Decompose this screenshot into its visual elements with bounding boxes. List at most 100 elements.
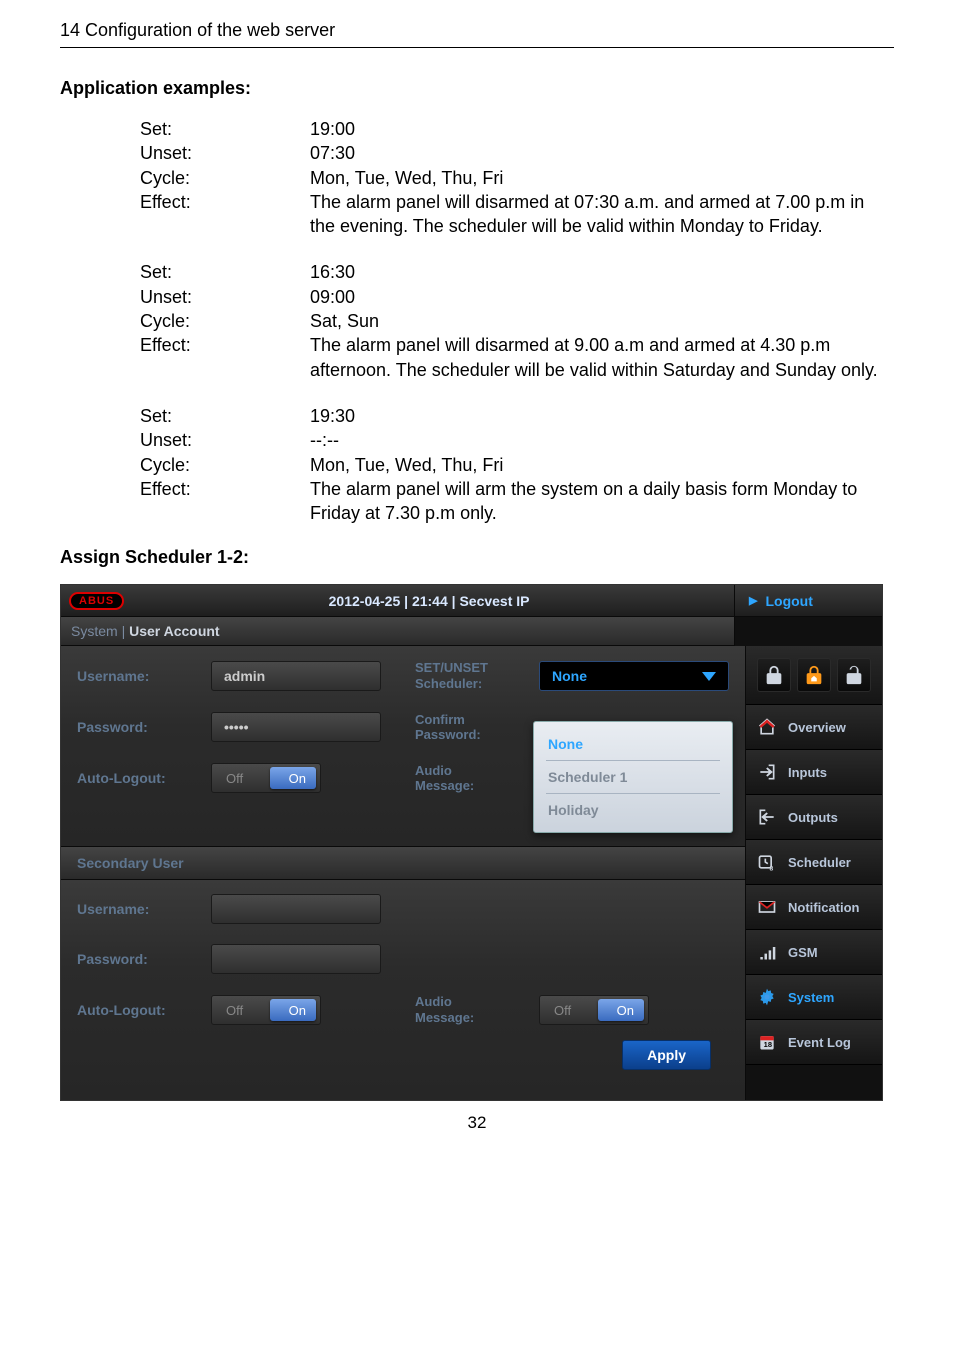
sidebar-item-label: Scheduler [788, 855, 851, 870]
example-label: Effect: [140, 190, 310, 239]
lock-home-icon[interactable] [797, 658, 831, 692]
secondary-password-input[interactable] [211, 944, 381, 974]
example-label: Unset: [140, 141, 310, 165]
example-value: 07:30 [310, 141, 894, 165]
sidebar-nav: Overview Inputs Outputs 8 Scheduler Noti… [745, 646, 882, 1099]
password-input[interactable]: ••••• [211, 712, 381, 742]
calendar-icon: 18 [756, 1032, 778, 1052]
toggle-on-label: On [289, 1003, 306, 1018]
abus-logo: ABUS [69, 592, 124, 610]
sidebar-item-label: Overview [788, 720, 846, 735]
apply-button[interactable]: Apply [622, 1040, 711, 1070]
toggle-on-label: On [289, 771, 306, 786]
toggle-off-label: Off [226, 771, 243, 786]
secondary-auto-logout-toggle[interactable]: Off On [211, 995, 321, 1025]
example-label: Set: [140, 117, 310, 141]
sidebar-item-label: Outputs [788, 810, 838, 825]
sidebar-item-gsm[interactable]: GSM [746, 930, 882, 975]
example-group-3: Set:19:30 Unset:--:-- Cycle:Mon, Tue, We… [140, 404, 894, 525]
house-icon [756, 717, 778, 737]
dropdown-option-holiday[interactable]: Holiday [546, 796, 720, 824]
toggle-on-label: On [617, 1003, 634, 1018]
example-value: The alarm panel will disarmed at 07:30 a… [310, 190, 894, 239]
arrow-right-icon: ▶ [749, 594, 757, 607]
example-label: Unset: [140, 428, 310, 452]
username-label: Username: [77, 668, 197, 684]
example-label: Cycle: [140, 309, 310, 333]
clock-icon: 8 [756, 852, 778, 872]
secondary-auto-logout-label: Auto-Logout: [77, 1002, 197, 1018]
confirm-password-label: ConfirmPassword: [415, 712, 525, 743]
scheduler-selected: None [552, 668, 587, 684]
scheduler-dropdown[interactable]: None [539, 661, 729, 691]
output-arrow-icon [756, 807, 778, 827]
auto-logout-label: Auto-Logout: [77, 770, 197, 786]
application-examples-block: Set:19:00 Unset:07:30 Cycle:Mon, Tue, We… [140, 117, 894, 525]
sidebar-item-inputs[interactable]: Inputs [746, 750, 882, 795]
logout-label: Logout [765, 593, 812, 609]
example-label: Unset: [140, 285, 310, 309]
sidebar-item-overview[interactable]: Overview [746, 705, 882, 750]
breadcrumb-prefix: System | [71, 623, 129, 639]
breadcrumb-current: User Account [129, 623, 220, 639]
lock-open-icon[interactable] [837, 658, 871, 692]
secondary-password-label: Password: [77, 951, 197, 967]
dropdown-option-scheduler1[interactable]: Scheduler 1 [546, 763, 720, 791]
sidebar-item-event-log[interactable]: 18 Event Log [746, 1020, 882, 1065]
example-value: Mon, Tue, Wed, Thu, Fri [310, 453, 894, 477]
example-value: Sat, Sun [310, 309, 894, 333]
toggle-off-label: Off [554, 1003, 571, 1018]
assign-scheduler-title: Assign Scheduler 1-2: [60, 547, 894, 568]
gear-icon [756, 987, 778, 1007]
sidebar-item-system[interactable]: System [746, 975, 882, 1020]
sidebar-item-label: System [788, 990, 834, 1005]
sidebar-item-scheduler[interactable]: 8 Scheduler [746, 840, 882, 885]
sidebar-item-label: Inputs [788, 765, 827, 780]
top-bar: ABUS 2012-04-25 | 21:44 | Secvest IP ▶ L… [61, 585, 882, 617]
example-label: Cycle: [140, 453, 310, 477]
lock-status-row [746, 646, 882, 705]
audio-message-toggle[interactable]: Off On [539, 995, 649, 1025]
example-label: Set: [140, 404, 310, 428]
example-value: --:-- [310, 428, 894, 452]
scheduler-dropdown-open[interactable]: None Scheduler 1 Holiday [533, 721, 733, 833]
example-value: 19:00 [310, 117, 894, 141]
chevron-down-icon [702, 672, 716, 681]
example-group-1: Set:19:00 Unset:07:30 Cycle:Mon, Tue, We… [140, 117, 894, 238]
sidebar-item-outputs[interactable]: Outputs [746, 795, 882, 840]
dropdown-option-none[interactable]: None [546, 730, 720, 758]
ui-panel: ABUS 2012-04-25 | 21:44 | Secvest IP ▶ L… [60, 584, 883, 1100]
example-value: 19:30 [310, 404, 894, 428]
secondary-username-input[interactable] [211, 894, 381, 924]
example-value: Mon, Tue, Wed, Thu, Fri [310, 166, 894, 190]
audio-message-label: AudioMessage: [415, 763, 525, 794]
breadcrumb: System | User Account [61, 617, 734, 646]
username-input[interactable]: admin [211, 661, 381, 691]
secondary-user-header: Secondary User [61, 846, 745, 880]
auto-logout-toggle[interactable]: Off On [211, 763, 321, 793]
example-label: Effect: [140, 477, 310, 526]
example-label: Effect: [140, 333, 310, 382]
svg-text:18: 18 [764, 1040, 772, 1049]
example-value: The alarm panel will arm the system on a… [310, 477, 894, 526]
sidebar-item-label: Event Log [788, 1035, 851, 1050]
svg-text:8: 8 [770, 866, 774, 873]
toggle-off-label: Off [226, 1003, 243, 1018]
page-header: 14 Configuration of the web server [60, 20, 894, 48]
secondary-user-form: Username: Password: Auto-Logout: Off On … [61, 880, 745, 1099]
logout-button[interactable]: ▶ Logout [734, 585, 882, 617]
sidebar-item-notification[interactable]: Notification [746, 885, 882, 930]
example-value: The alarm panel will disarmed at 9.00 a.… [310, 333, 894, 382]
envelope-icon [756, 897, 778, 917]
example-value: 16:30 [310, 260, 894, 284]
lock-closed-icon[interactable] [757, 658, 791, 692]
application-examples-title: Application examples: [60, 78, 894, 99]
topbar-datetime: 2012-04-25 | 21:44 | Secvest IP [124, 593, 734, 609]
example-value: 09:00 [310, 285, 894, 309]
secondary-username-label: Username: [77, 901, 197, 917]
page-number: 32 [60, 1113, 894, 1133]
secondary-audio-message-label: AudioMessage: [415, 994, 525, 1025]
scheduler-label: SET/UNSETScheduler: [415, 660, 525, 691]
signal-icon [756, 942, 778, 962]
sidebar-item-label: Notification [788, 900, 860, 915]
